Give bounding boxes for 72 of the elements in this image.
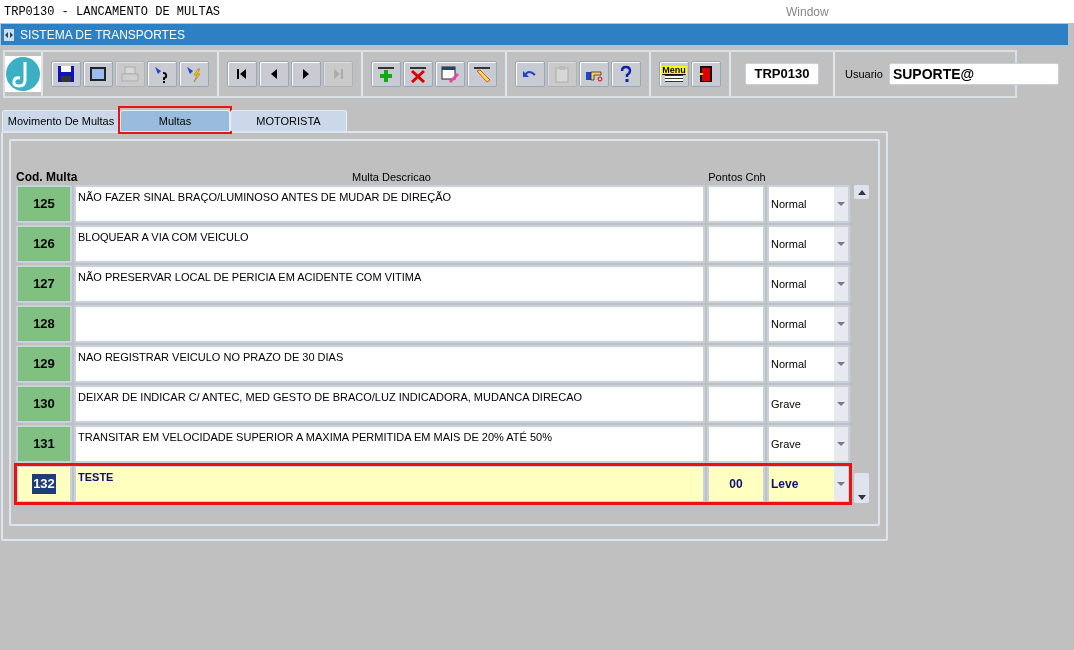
description-cell: NAO REGISTRAR VEICULO NO PRAZO DE 30 DIAS bbox=[74, 345, 705, 383]
exit-door-icon bbox=[697, 65, 715, 83]
delete-x-icon bbox=[409, 65, 427, 83]
monitor-icon bbox=[89, 65, 107, 83]
toolbar-button[interactable] bbox=[467, 61, 497, 87]
window-title: TRP0130 - LANCAMENTO DE MULTAS bbox=[3, 3, 221, 21]
scroll-down-icon bbox=[857, 495, 866, 500]
toolbar-button[interactable] bbox=[611, 61, 641, 87]
description-cell: DEIXAR DE INDICAR C/ ANTEC, MED GESTO DE BRACO/LUZ INDICADORA, MUDANCA DIRECAO bbox=[74, 385, 705, 423]
column-header: Multa Descricao bbox=[351, 172, 432, 183]
code-cell: 127 bbox=[16, 265, 72, 303]
code-cell: 125 bbox=[16, 185, 72, 223]
code-cell: 131 bbox=[16, 425, 72, 463]
toolbar-button[interactable] bbox=[83, 61, 113, 87]
description-cell: TESTE bbox=[74, 465, 705, 503]
window-caption: Window bbox=[786, 3, 829, 21]
severity-dropdown[interactable]: Grave bbox=[767, 425, 850, 463]
description-cell: NÃO FAZER SINAL BRAÇO/LUMINOSO ANTES DE MUDAR DE DIREÇÃO bbox=[74, 185, 705, 223]
toolbar-button[interactable] bbox=[515, 61, 545, 87]
tab[interactable]: MOTORISTA bbox=[230, 110, 347, 131]
code-cell: 130 bbox=[16, 385, 72, 423]
toolbar-button[interactable] bbox=[51, 61, 81, 87]
logo-icon bbox=[5, 56, 41, 92]
window-icon bbox=[4, 28, 14, 41]
points-cell: 00 bbox=[707, 465, 765, 503]
app-title: SISTEMA DE TRANSPORTES bbox=[20, 26, 185, 44]
toolbar-button[interactable] bbox=[403, 61, 433, 87]
code-cell: 126 bbox=[16, 225, 72, 263]
scroll-up-icon bbox=[857, 189, 866, 195]
severity-dropdown[interactable]: Leve bbox=[767, 465, 850, 503]
points-cell bbox=[707, 305, 765, 343]
code-cell: 132 bbox=[16, 465, 72, 503]
points-cell bbox=[707, 185, 765, 223]
form-code-field: TRP0130 bbox=[745, 63, 819, 85]
toolbar-button[interactable] bbox=[291, 61, 321, 87]
toolbar-button[interactable] bbox=[371, 61, 401, 87]
plus-icon bbox=[377, 65, 395, 83]
floppy-icon bbox=[57, 65, 75, 83]
column-header: Pontos Cnh bbox=[708, 172, 766, 183]
user-field[interactable]: SUPORTE@ bbox=[888, 63, 1059, 85]
description-cell: NÃO PRESERVAR LOCAL DE PERICIA EM ACIDENTE COM VITIMA bbox=[74, 265, 705, 303]
toolbar-button[interactable] bbox=[147, 61, 177, 87]
description-cell: BLOQUEAR A VIA COM VEICULO bbox=[74, 225, 705, 263]
scrollbar[interactable] bbox=[854, 185, 869, 503]
toolbar-button[interactable] bbox=[259, 61, 289, 87]
toolbar-button[interactable]: Menu bbox=[659, 61, 689, 87]
toolbar-button[interactable] bbox=[579, 61, 609, 87]
severity-dropdown[interactable]: Normal bbox=[767, 265, 850, 303]
severity-dropdown[interactable]: Normal bbox=[767, 345, 850, 383]
points-cell bbox=[707, 345, 765, 383]
clipboard-icon bbox=[553, 65, 571, 83]
code-cell: 129 bbox=[16, 345, 72, 383]
points-cell bbox=[707, 425, 765, 463]
toolbar-button[interactable] bbox=[691, 61, 721, 87]
severity-dropdown[interactable]: Normal bbox=[767, 185, 850, 223]
user-label: Usuario bbox=[845, 66, 883, 82]
printer-icon bbox=[121, 65, 139, 83]
toolbar-button[interactable] bbox=[227, 61, 257, 87]
flashlight-lightning-icon bbox=[185, 65, 203, 83]
tab[interactable]: Multas bbox=[120, 110, 230, 131]
pencil-icon bbox=[473, 65, 491, 83]
description-cell: TRANSITAR EM VELOCIDADE SUPERIOR A MAXIMA PERMITIDA EM MAIS DE 20% ATÉ 50% bbox=[74, 425, 705, 463]
severity-dropdown[interactable]: Grave bbox=[767, 385, 850, 423]
severity-dropdown[interactable]: Normal bbox=[767, 225, 850, 263]
code-cell: 128 bbox=[16, 305, 72, 343]
points-cell bbox=[707, 385, 765, 423]
tab[interactable]: Movimento De Multas bbox=[2, 110, 120, 131]
points-cell bbox=[707, 225, 765, 263]
points-cell bbox=[707, 265, 765, 303]
toolbar-button[interactable] bbox=[435, 61, 465, 87]
severity-dropdown[interactable]: Normal bbox=[767, 305, 850, 343]
window-pencil-icon bbox=[441, 65, 459, 83]
